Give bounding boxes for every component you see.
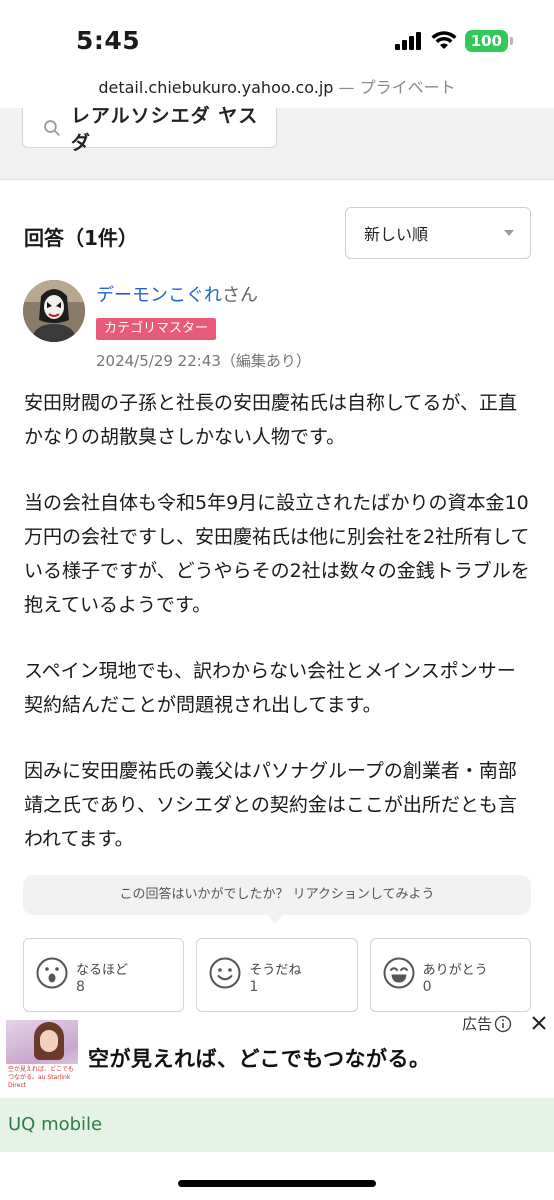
battery-indicator: 100: [464, 30, 514, 52]
answer-paragraph: スペイン現地でも、訳わからない会社とメインスポンサー契約結んだことが問題視され出…: [24, 660, 516, 716]
answer-paragraph: 因みに安田慶祐氏の義父はパソナグループの創業者・南部靖之氏であり、ソシエダとの契…: [24, 760, 517, 850]
grin-face-icon: [383, 957, 415, 989]
reaction-soudane-button[interactable]: そうだね 1: [196, 938, 358, 1012]
reaction-count: 8: [76, 979, 85, 995]
answer-paragraph: 安田財閥の子孫と社長の安田慶祐氏は自称してるが、正直かなりの胡散臭さしかない人物…: [24, 392, 518, 448]
reaction-buttons: なるほど 8 そうだね 1 ありがとう 0: [23, 938, 531, 1012]
answer-paragraph: 当の会社自体も令和5年9月に設立されたばかりの資本金10万円の会社ですし、安田慶…: [24, 492, 530, 616]
url-separator: —: [338, 78, 355, 97]
ad-label-text: 広告: [461, 1015, 492, 1033]
ad-brand-bar[interactable]: UQ mobile: [0, 1098, 554, 1152]
sort-select[interactable]: 新しい順: [345, 207, 531, 259]
search-icon: [44, 119, 60, 136]
sort-selected-value: 新しい順: [364, 225, 429, 244]
ad-banner[interactable]: 空が見えれば、どこでもつながる。au Starlink Direct 空が見えれ…: [0, 1012, 554, 1098]
search-input[interactable]: レアルソシエダ ヤスダ: [22, 105, 277, 154]
ad-brand: UQ mobile: [8, 1114, 103, 1135]
avatar-image: [23, 280, 85, 342]
search-strip: レアルソシエダ ヤスダ: [0, 105, 554, 180]
answer-timestamp: 2024/5/29 22:43（編集あり）: [96, 352, 311, 370]
answer-body: 安田財閥の子孫と社長の安田慶祐氏は自称してるが、正直かなりの胡散臭さしかない人物…: [24, 386, 534, 888]
ad-headline[interactable]: 空が見えれば、どこでもつながる。: [88, 1043, 431, 1073]
page: 5:45 100 detail.chiebukuro.yahoo.co.jp —…: [0, 0, 554, 1200]
reaction-label: なるほど: [76, 963, 129, 978]
author-suffix: さん: [222, 285, 258, 306]
answers-heading: 回答（1件）: [24, 226, 138, 250]
ad-close-icon[interactable]: [530, 1014, 548, 1032]
home-indicator: [178, 1180, 376, 1187]
reaction-label: そうだね: [249, 963, 302, 978]
reaction-naruhodo-button[interactable]: なるほど 8: [23, 938, 185, 1012]
chevron-down-icon: [504, 230, 514, 236]
url-host: detail.chiebukuro.yahoo.co.jp: [98, 78, 334, 97]
status-icons: 100: [394, 30, 514, 52]
reaction-label: ありがとう: [422, 963, 488, 978]
ad-thumbnail: 空が見えれば、どこでもつながる。au Starlink Direct: [6, 1020, 78, 1088]
wifi-icon: [431, 31, 457, 49]
private-mode-label: プライベート: [359, 78, 456, 97]
status-bar: 5:45 100: [0, 0, 554, 74]
search-query: レアルソシエダ ヤスダ: [70, 104, 259, 154]
category-master-badge: カテゴリマスター: [96, 318, 217, 340]
author-name-link[interactable]: デーモンこぐれ: [96, 285, 222, 306]
surprised-face-icon: [36, 957, 68, 989]
reaction-prompt: この回答はいかがでしたか？ リアクションしてみよう: [23, 875, 531, 923]
author: デーモンこぐれさん: [96, 281, 258, 307]
reaction-count: 1: [249, 979, 259, 995]
ad-label[interactable]: 広告: [462, 1013, 512, 1034]
avatar[interactable]: [23, 280, 85, 342]
signal-icon: [394, 32, 421, 50]
ad-info-icon: [494, 1015, 512, 1032]
reaction-count: 0: [422, 979, 432, 995]
status-time: 5:45: [76, 26, 141, 55]
smile-face-icon: [209, 957, 241, 989]
reaction-arigatou-button[interactable]: ありがとう 0: [369, 938, 531, 1012]
ad-thumbnail-text: 空が見えれば、どこでもつながる。au Starlink Direct: [6, 1064, 78, 1088]
